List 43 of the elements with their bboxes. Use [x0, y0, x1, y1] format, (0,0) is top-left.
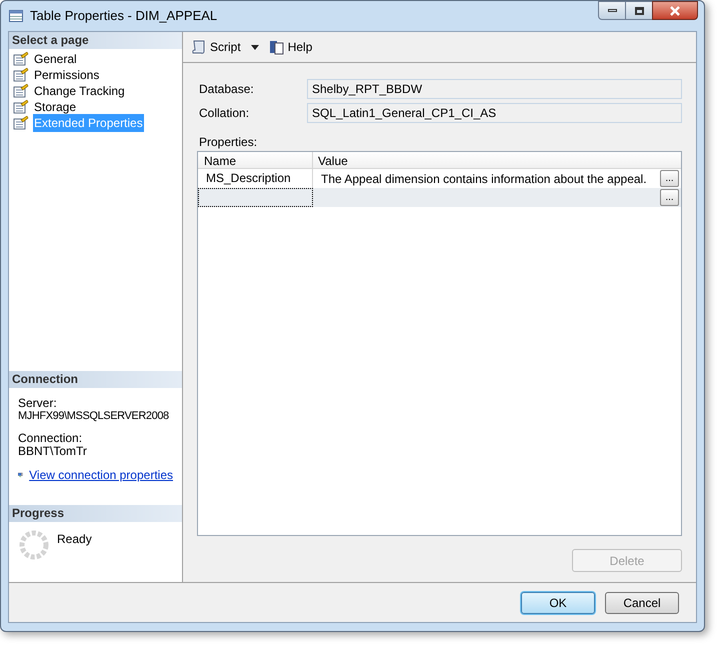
- name-cell[interactable]: [198, 188, 313, 207]
- table-icon: [9, 10, 23, 22]
- value-cell[interactable]: The Appeal dimension contains information about the appeal.: [321, 170, 647, 188]
- section-header: Select a page: [9, 32, 182, 49]
- column-header[interactable]: Name: [198, 152, 313, 168]
- page-item[interactable]: General: [33, 50, 78, 68]
- properties-label: Properties:: [198, 134, 258, 151]
- maximize-button[interactable]: [626, 1, 652, 20]
- scroll-icon: [191, 39, 207, 55]
- connection-user: BBNT\TomTr: [18, 445, 88, 458]
- window-title: Table Properties - DIM_APPEAL: [30, 7, 218, 26]
- server-label: Server:: [18, 397, 58, 410]
- property-page-icon: [13, 100, 29, 114]
- dialog-button[interactable]: Cancel: [605, 592, 679, 614]
- close-button[interactable]: [652, 1, 698, 20]
- connection-label: Connection:: [18, 432, 84, 445]
- view-connection-link[interactable]: View connection properties: [29, 468, 173, 482]
- field-label: Collation:: [198, 105, 250, 122]
- section-header: Progress: [9, 505, 182, 522]
- property-page-icon: [13, 68, 29, 82]
- help-book-icon: [268, 39, 285, 55]
- help-button[interactable]: Help: [268, 38, 312, 56]
- ellipsis-button[interactable]: ...: [660, 170, 679, 187]
- dropdown-caret-icon[interactable]: [250, 44, 259, 50]
- read-only-field[interactable]: Shelby_RPT_BBDW: [307, 79, 682, 99]
- close-icon: [669, 6, 681, 16]
- minimize-button[interactable]: [598, 1, 626, 20]
- script-button[interactable]: Script: [191, 38, 241, 56]
- dialog-button[interactable]: OK: [521, 592, 595, 614]
- column-header[interactable]: Value: [313, 152, 681, 168]
- page-item[interactable]: Storage: [33, 98, 78, 116]
- property-page-icon: [13, 116, 29, 130]
- progress-status: Ready: [57, 531, 92, 548]
- ellipsis-button[interactable]: ...: [660, 189, 679, 206]
- section-header: Connection: [9, 371, 182, 388]
- read-only-field[interactable]: SQL_Latin1_General_CP1_CI_AS: [307, 103, 682, 123]
- property-page-icon: [13, 52, 29, 66]
- page-item[interactable]: Change Tracking: [33, 82, 126, 100]
- field-label: Database:: [198, 81, 255, 98]
- page-item[interactable]: Permissions: [33, 66, 100, 84]
- server-name: MJHFX99\MSSQLSERVER2008: [18, 410, 169, 423]
- property-page-icon: [13, 84, 29, 98]
- progress-spinner-icon: [19, 530, 49, 560]
